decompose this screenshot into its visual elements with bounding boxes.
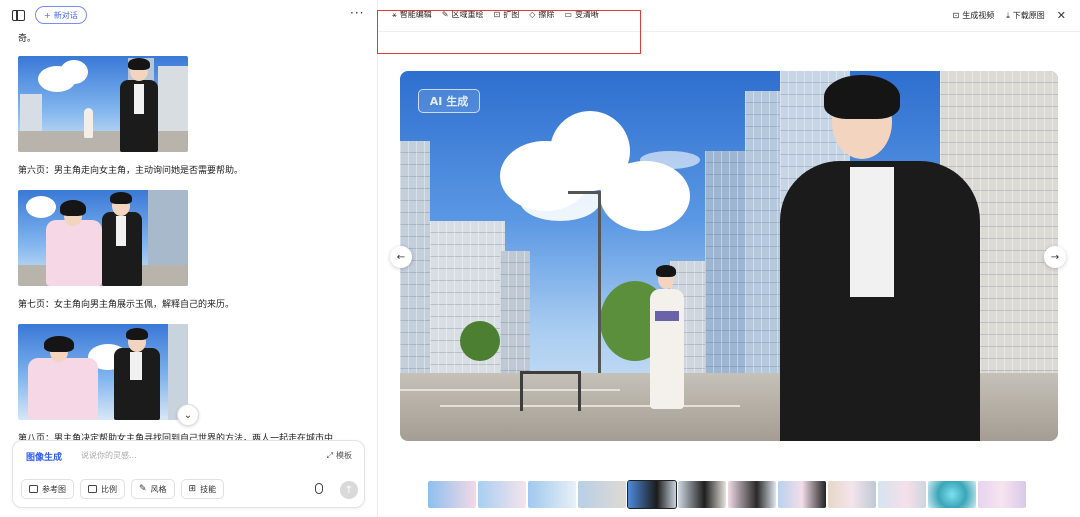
chip-label: 比例 <box>101 484 117 494</box>
scroll-to-bottom-button[interactable]: ⌄ <box>177 404 199 426</box>
message-feed[interactable]: 奇。 第六页：男主角走向女主角，主动询问她是否需要帮助。 第七页：女主角向男主角… <box>18 30 363 440</box>
composer-options: 参考图 比例 ✎ 风格 ⊞ 技能 <box>21 479 225 499</box>
thumbnail[interactable] <box>978 481 1026 508</box>
page-caption: 第七页：女主角向男主角展示玉佩，解释自己的来历。 <box>18 300 235 310</box>
image-icon <box>29 485 38 493</box>
chip-label: 技能 <box>200 484 217 494</box>
download-original-button[interactable]: ⤓ 下载原图 <box>1006 10 1045 21</box>
style-button[interactable]: ✎ 风格 <box>131 479 175 499</box>
chevron-down-icon: ⌄ <box>183 409 193 421</box>
prompt-input[interactable] <box>81 448 281 462</box>
aspect-ratio-button[interactable]: 比例 <box>80 479 125 499</box>
thumbnail[interactable] <box>828 481 876 508</box>
send-button[interactable]: ↑ <box>340 481 358 499</box>
brush-icon: ✎ <box>441 10 449 19</box>
brush-icon: ✎ <box>139 484 147 494</box>
tool-label: 智能编辑 <box>399 10 432 19</box>
template-label: 模板 <box>336 451 352 460</box>
page-caption: 第六页：男主角走向女主角，主动询问她是否需要帮助。 <box>18 166 244 176</box>
thumbnail[interactable] <box>578 481 626 508</box>
ratio-icon <box>88 485 97 493</box>
prompt-composer: 图像生成 ⤢ 模板 参考图 比例 ✎ 风格 ⊞ 技能 <box>12 440 365 508</box>
message-text: 奇。 <box>18 34 37 44</box>
enhance-clarity-button[interactable]: ▭ 变清晰 <box>564 9 599 20</box>
expand-icon: ⊡ <box>493 10 501 19</box>
next-image-button[interactable]: → <box>1044 246 1066 268</box>
skills-button[interactable]: ⊞ 技能 <box>180 479 225 499</box>
thumbnail-strip <box>428 480 1026 509</box>
edit-toolbar: ⚹ 智能编辑 ✎ 区域重绘 ⊡ 扩图 ◇ 擦除 ▭ 变清晰 ⊡ 生成视频 ⤓ 下… <box>377 0 1080 54</box>
erase-button[interactable]: ◇ 擦除 <box>529 9 554 20</box>
video-icon: ⊡ <box>952 11 960 20</box>
close-icon[interactable]: ✕ <box>1057 9 1066 22</box>
mode-label[interactable]: 图像生成 <box>26 450 62 463</box>
ai-generated-watermark: AI 生成 <box>418 89 480 113</box>
chat-header: + 新对话 ··· <box>0 0 377 30</box>
chip-label: 风格 <box>150 484 167 494</box>
previous-image-button[interactable]: ← <box>390 246 412 268</box>
smart-edit-button[interactable]: ⚹ 智能编辑 <box>392 9 432 20</box>
chip-label: 参考图 <box>42 484 66 494</box>
generate-video-label: 生成视频 <box>962 11 995 20</box>
expand-icon: ⤢ <box>326 450 333 460</box>
tool-label: 变清晰 <box>574 10 599 19</box>
tool-label: 区域重绘 <box>451 10 484 19</box>
new-chat-label: 新对话 <box>53 10 78 20</box>
region-redraw-button[interactable]: ✎ 区域重绘 <box>442 9 484 20</box>
download-icon: ⤓ <box>1006 10 1010 20</box>
preview-actions: ⊡ 生成视频 ⤓ 下载原图 ✕ <box>953 9 1066 22</box>
microphone-icon[interactable] <box>315 483 323 494</box>
thumbnail[interactable] <box>778 481 826 508</box>
grid-icon: ⊞ <box>188 484 197 494</box>
thumbnail[interactable] <box>678 481 726 508</box>
reference-image-button[interactable]: 参考图 <box>21 479 74 499</box>
arrow-left-icon: ← <box>396 251 406 263</box>
sidebar-toggle-icon[interactable] <box>12 9 25 21</box>
hd-icon: ▭ <box>564 10 572 19</box>
template-button[interactable]: ⤢ 模板 <box>327 450 352 461</box>
thumbnail[interactable] <box>928 481 976 508</box>
arrow-right-icon: → <box>1050 251 1060 263</box>
thumbnail[interactable] <box>428 481 476 508</box>
thumbnail[interactable] <box>528 481 576 508</box>
generated-image-5[interactable] <box>18 56 188 152</box>
thumbnail-active[interactable] <box>627 480 677 509</box>
generate-video-button[interactable]: ⊡ 生成视频 <box>953 10 995 21</box>
eraser-icon: ◇ <box>529 10 536 19</box>
tool-label: 擦除 <box>538 10 555 19</box>
arrow-up-icon: ↑ <box>344 484 354 496</box>
thumbnail[interactable] <box>478 481 526 508</box>
generated-image-6[interactable] <box>18 190 188 286</box>
image-preview-panel: ⚹ 智能编辑 ✎ 区域重绘 ⊡ 扩图 ◇ 擦除 ▭ 变清晰 ⊡ 生成视频 ⤓ 下… <box>377 0 1080 517</box>
more-options-icon[interactable]: ··· <box>350 6 364 20</box>
preview-image[interactable]: AI 生成 <box>400 71 1058 441</box>
generated-image-7[interactable] <box>18 324 188 420</box>
plus-icon: + <box>44 10 51 20</box>
new-chat-button[interactable]: + 新对话 <box>35 6 87 24</box>
chat-panel: + 新对话 ··· 奇。 第六页：男主角走向女主角，主动询问她是否需要帮助。 第… <box>0 0 378 517</box>
expand-image-button[interactable]: ⊡ 扩图 <box>494 9 520 20</box>
magic-wand-icon: ⚹ <box>392 9 397 19</box>
tool-label: 扩图 <box>503 10 520 19</box>
download-label: 下载原图 <box>1012 11 1045 20</box>
page-caption: 第八页：男主角决定帮助女主角寻找回到自己世界的方法，两人一起走在城市中 <box>18 434 334 440</box>
thumbnail[interactable] <box>878 481 926 508</box>
edit-tools: ⚹ 智能编辑 ✎ 区域重绘 ⊡ 扩图 ◇ 擦除 ▭ 变清晰 <box>377 9 641 54</box>
thumbnail[interactable] <box>728 481 776 508</box>
